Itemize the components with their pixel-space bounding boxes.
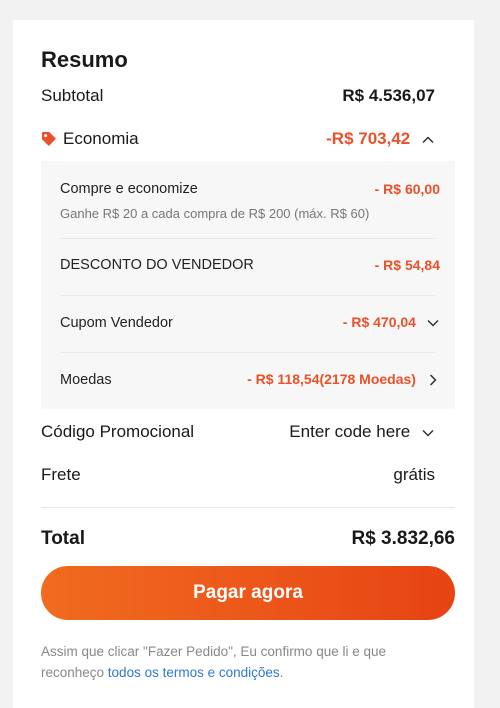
savings-row[interactable]: Economia -R$ 703,42: [41, 129, 435, 149]
savings-item-seller-discount: DESCONTO DO VENDEDOR - R$ 54,84: [60, 257, 440, 273]
price-tag-icon: [42, 132, 56, 146]
pay-now-button[interactable]: Pagar agora: [41, 566, 455, 620]
savings-item-amount: - R$ 118,54(2178 Moedas): [247, 371, 416, 387]
savings-label-group: Economia: [41, 129, 139, 149]
total-label: Total: [41, 528, 85, 549]
savings-item-buy-and-save: Compre e economize - R$ 60,00: [60, 181, 440, 197]
terms-suffix: .: [279, 665, 284, 680]
savings-item-coins[interactable]: Moedas - R$ 118,54(2178 Moedas): [60, 371, 440, 388]
order-summary-card: Resumo Subtotal R$ 4.536,07 Economia -R$…: [13, 20, 474, 708]
promo-code-row[interactable]: Código Promocional Enter code here: [41, 422, 435, 442]
savings-item-label: Compre e economize: [60, 181, 198, 197]
chevron-down-icon[interactable]: [421, 426, 435, 440]
terms-link[interactable]: todos os termos e condições: [108, 665, 280, 680]
savings-item-amount-group: - R$ 470,04: [343, 314, 440, 331]
savings-item-amount: - R$ 54,84: [374, 257, 440, 273]
promo-code-placeholder[interactable]: Enter code here: [289, 422, 410, 441]
savings-value: -R$ 703,42: [326, 129, 411, 148]
savings-item-label: Cupom Vendedor: [60, 314, 173, 331]
savings-value-group: -R$ 703,42: [326, 129, 435, 149]
promo-code-label: Código Promocional: [41, 422, 195, 441]
savings-label: Economia: [63, 129, 139, 148]
shipping-label: Frete: [41, 465, 81, 484]
savings-breakdown: Compre e economize - R$ 60,00 Ganhe R$ 2…: [41, 161, 455, 409]
savings-item-note: Ganhe R$ 20 a cada compra de R$ 200 (máx…: [60, 206, 370, 221]
total-row: Total R$ 3.832,66: [41, 528, 455, 550]
savings-item-seller-coupon[interactable]: Cupom Vendedor - R$ 470,04: [60, 314, 440, 331]
shipping-value: grátis: [393, 465, 435, 484]
savings-item-amount: - R$ 60,00: [374, 181, 440, 197]
savings-item-amount-group: - R$ 118,54(2178 Moedas): [247, 371, 440, 388]
summary-title: Resumo: [41, 47, 128, 72]
subtotal-value: R$ 4.536,07: [342, 86, 435, 105]
subtotal-label: Subtotal: [41, 86, 104, 105]
chevron-down-icon[interactable]: [426, 316, 440, 330]
divider: [60, 295, 435, 296]
chevron-right-icon[interactable]: [426, 373, 440, 387]
promo-code-dropdown[interactable]: Enter code here: [289, 422, 435, 442]
savings-item-amount: - R$ 470,04: [342, 314, 416, 330]
divider: [60, 352, 435, 353]
divider: [41, 507, 455, 508]
chevron-up-icon[interactable]: [421, 133, 435, 147]
divider: [60, 238, 435, 239]
subtotal-row: Subtotal R$ 4.536,07: [41, 86, 435, 106]
total-value: R$ 3.832,66: [351, 528, 455, 549]
savings-item-label: Moedas: [60, 371, 112, 388]
terms-disclaimer: Assim que clicar "Fazer Pedido", Eu conf…: [41, 641, 451, 683]
shipping-row: Frete grátis: [41, 465, 435, 485]
savings-item-label: DESCONTO DO VENDEDOR: [60, 257, 254, 273]
